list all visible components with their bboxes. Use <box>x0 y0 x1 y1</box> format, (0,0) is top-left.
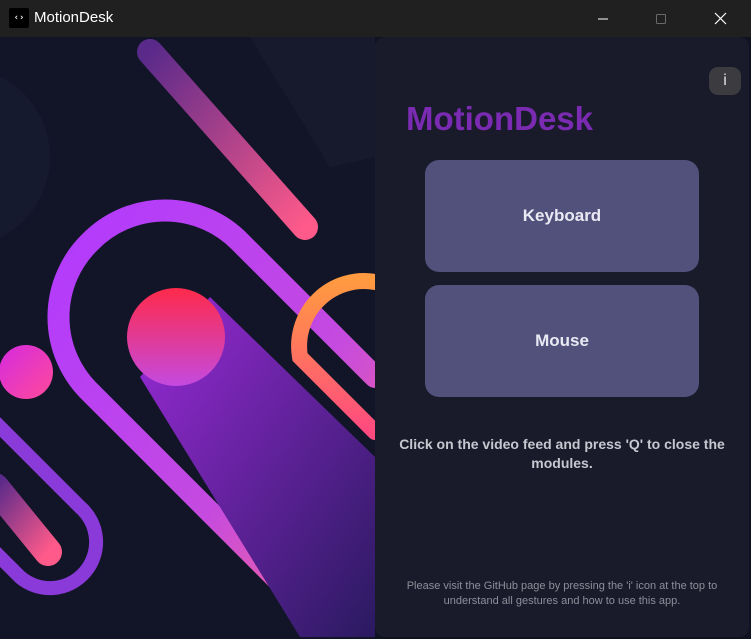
main-content: i MotionDesk Keyboard Mouse Click on the… <box>0 37 751 639</box>
title-bar[interactable]: ‹› MotionDesk <box>0 0 751 37</box>
maximize-button[interactable] <box>632 0 690 37</box>
app-logo-icon: ‹› <box>9 8 29 28</box>
maximize-icon <box>656 13 666 24</box>
panel-title: MotionDesk <box>406 100 594 137</box>
close-icon <box>714 12 727 25</box>
keyboard-button[interactable]: Keyboard <box>425 160 699 272</box>
minimize-icon <box>598 18 608 19</box>
app-window: ‹› MotionDesk i MotionDesk Keyboard Mous… <box>0 0 751 639</box>
control-panel: i MotionDesk Keyboard Mouse Click on the… <box>375 37 749 637</box>
footer-note: Please visit the GitHub page by pressing… <box>406 580 718 607</box>
close-button[interactable] <box>690 0 751 37</box>
decorative-artwork <box>0 37 375 639</box>
mouse-button[interactable]: Mouse <box>425 285 699 397</box>
minimize-button[interactable] <box>574 0 632 37</box>
window-title: MotionDesk <box>34 9 114 26</box>
info-button[interactable]: i <box>709 67 741 95</box>
instruction-text: Click on the video feed and press 'Q' to… <box>399 436 725 471</box>
